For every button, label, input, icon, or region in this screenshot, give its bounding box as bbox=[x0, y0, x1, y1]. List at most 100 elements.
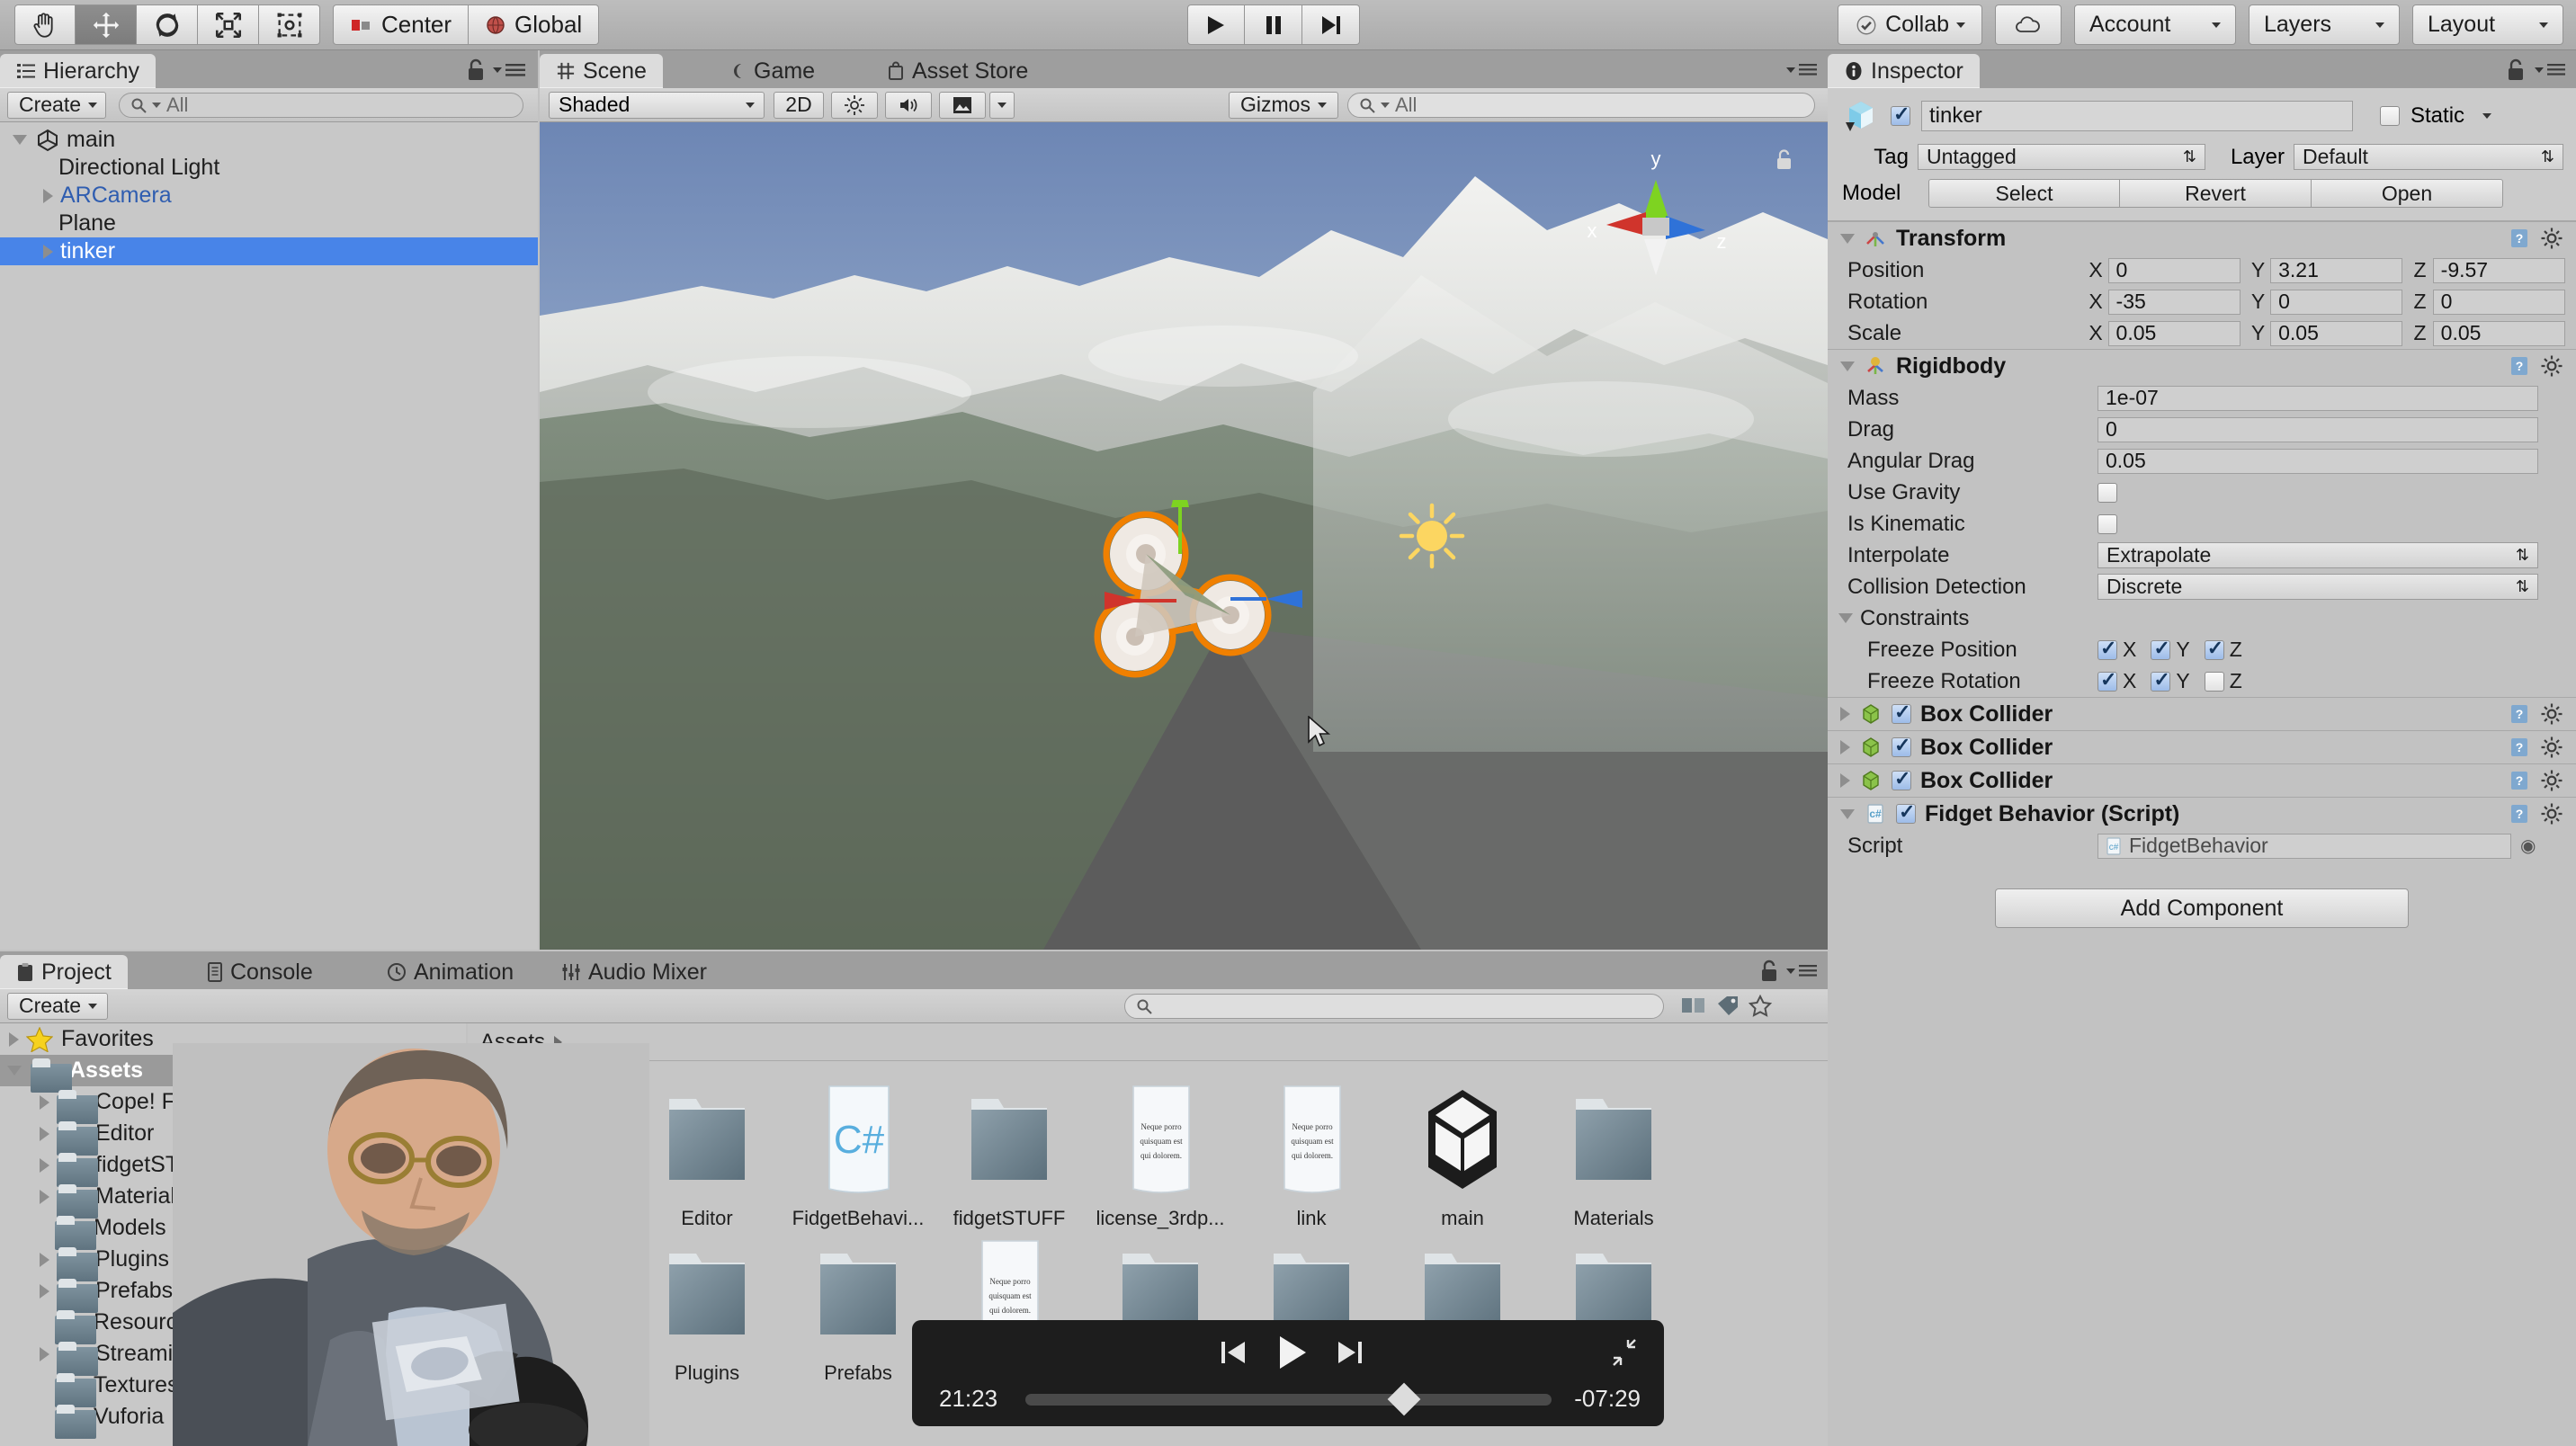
chevron-down-icon[interactable] bbox=[2482, 113, 2492, 119]
previous-icon[interactable] bbox=[1218, 1337, 1248, 1368]
object-name-input[interactable] bbox=[1921, 101, 2353, 131]
property-checkbox[interactable] bbox=[2097, 513, 2117, 534]
static-checkbox[interactable] bbox=[2380, 106, 2400, 126]
gear-icon[interactable] bbox=[2540, 354, 2563, 378]
play-icon[interactable] bbox=[1272, 1333, 1311, 1372]
scene-menu-button[interactable] bbox=[1786, 63, 1817, 76]
gear-icon[interactable] bbox=[2540, 702, 2563, 726]
tag-dropdown[interactable]: Untagged ⇅ bbox=[1918, 144, 2205, 170]
gear-icon[interactable] bbox=[2540, 227, 2563, 250]
hierarchy-search-input[interactable]: All bbox=[119, 92, 523, 118]
freeze-position-x-checkbox[interactable] bbox=[2097, 637, 2117, 660]
expand-arrow-icon[interactable] bbox=[40, 1252, 49, 1267]
component-header-box-collider[interactable]: Box Collider? bbox=[1828, 730, 2576, 763]
hierarchy-item-arcamera[interactable]: ARCamera bbox=[0, 182, 538, 210]
pivot-mode-button[interactable]: Center bbox=[333, 4, 470, 45]
expand-arrow-icon[interactable] bbox=[1838, 613, 1853, 623]
property-field[interactable]: 0 bbox=[2097, 416, 2538, 442]
hierarchy-item-tinker[interactable]: tinker bbox=[0, 237, 538, 265]
gear-icon[interactable] bbox=[2540, 769, 2563, 792]
constraints-header[interactable]: Constraints bbox=[1828, 602, 2576, 634]
property-field-y[interactable]: 3.21 bbox=[2270, 257, 2403, 283]
video-progress-track[interactable] bbox=[1025, 1382, 1552, 1416]
hierarchy-create-button[interactable]: Create bbox=[7, 91, 106, 119]
asset-item[interactable]: Materials bbox=[1538, 1083, 1689, 1230]
effects-toggle-button[interactable] bbox=[939, 91, 986, 119]
asset-item[interactable]: Neque porro quisquam est qui dolorem. licen… bbox=[1085, 1083, 1236, 1230]
tab-asset-store[interactable]: Asset Store bbox=[871, 54, 1044, 88]
hand-tool-button[interactable] bbox=[14, 4, 76, 45]
help-icon[interactable]: ? bbox=[2508, 227, 2531, 250]
component-header-box-collider[interactable]: Box Collider? bbox=[1828, 697, 2576, 730]
project-search-input[interactable] bbox=[1124, 993, 1664, 1019]
model-select-button[interactable]: Select bbox=[1928, 179, 2120, 208]
expand-arrow-icon[interactable] bbox=[1840, 740, 1850, 754]
property-field[interactable]: 1e-07 bbox=[2097, 385, 2538, 411]
expand-arrow-icon[interactable] bbox=[40, 1283, 49, 1299]
hierarchy-item-directional-light[interactable]: Directional Light bbox=[0, 154, 538, 182]
tab-animation[interactable]: Animation bbox=[371, 955, 530, 989]
hierarchy-menu-button[interactable] bbox=[493, 63, 525, 77]
property-field-z[interactable]: -9.57 bbox=[2432, 257, 2565, 283]
fullscreen-exit-icon[interactable] bbox=[1608, 1336, 1639, 1369]
component-header-rigidbody[interactable]: Rigidbody? bbox=[1828, 349, 2576, 382]
property-field-y[interactable]: 0.05 bbox=[2270, 320, 2403, 346]
project-menu-button[interactable] bbox=[1786, 964, 1817, 977]
object-picker-icon[interactable]: ◉ bbox=[2520, 835, 2536, 857]
expand-arrow-icon[interactable] bbox=[1840, 707, 1850, 721]
rotate-tool-button[interactable] bbox=[137, 4, 198, 45]
property-dropdown[interactable]: Extrapolate ⇅ bbox=[2097, 542, 2538, 568]
tab-audio-mixer[interactable]: Audio Mixer bbox=[545, 955, 723, 989]
shading-mode-dropdown[interactable]: Shaded bbox=[549, 91, 765, 119]
layers-button[interactable]: Layers bbox=[2249, 4, 2400, 45]
expand-arrow-icon[interactable] bbox=[1840, 808, 1855, 819]
tab-hierarchy[interactable]: Hierarchy bbox=[0, 54, 156, 88]
scene-search-input[interactable]: All bbox=[1347, 92, 1815, 118]
expand-arrow-icon[interactable] bbox=[13, 135, 27, 145]
expand-arrow-icon[interactable] bbox=[1840, 233, 1855, 244]
help-icon[interactable]: ? bbox=[2508, 736, 2531, 759]
scene-lock-icon[interactable] bbox=[1774, 147, 1795, 173]
property-field-x[interactable]: 0 bbox=[2107, 257, 2241, 283]
asset-item[interactable]: Editor bbox=[631, 1083, 783, 1230]
help-icon[interactable]: ? bbox=[2508, 702, 2531, 726]
selected-object-fidget-spinner[interactable] bbox=[1087, 500, 1320, 716]
freeze-rotation-z-checkbox[interactable] bbox=[2204, 671, 2224, 692]
add-component-button[interactable]: Add Component bbox=[1995, 888, 2409, 928]
project-create-button[interactable]: Create bbox=[7, 992, 108, 1020]
filter-label-icon[interactable] bbox=[1716, 995, 1740, 1018]
gear-icon[interactable] bbox=[2540, 802, 2563, 826]
directional-light-gizmo[interactable] bbox=[1396, 500, 1468, 572]
expand-arrow-icon[interactable] bbox=[40, 1189, 49, 1204]
property-field-y[interactable]: 0 bbox=[2270, 289, 2403, 315]
property-field-x[interactable]: 0.05 bbox=[2107, 320, 2241, 346]
lock-icon[interactable] bbox=[1759, 960, 1779, 983]
help-icon[interactable]: ? bbox=[2508, 354, 2531, 378]
hierarchy-item-plane[interactable]: Plane bbox=[0, 210, 538, 237]
freeze-position-z-checkbox[interactable] bbox=[2204, 637, 2224, 660]
model-open-button[interactable]: Open bbox=[2312, 179, 2503, 208]
expand-arrow-icon[interactable] bbox=[7, 1066, 22, 1076]
property-field[interactable]: 0.05 bbox=[2097, 448, 2538, 474]
property-field-z[interactable]: 0 bbox=[2432, 289, 2565, 315]
component-enabled-checkbox[interactable] bbox=[1892, 767, 1911, 790]
asset-item[interactable]: Prefabs bbox=[783, 1237, 934, 1385]
property-field-z[interactable]: 0.05 bbox=[2432, 320, 2565, 346]
gizmos-dropdown[interactable]: Gizmos bbox=[1229, 91, 1338, 119]
lock-icon[interactable] bbox=[2506, 58, 2526, 82]
cloud-button[interactable] bbox=[1995, 4, 2062, 45]
component-enabled-checkbox[interactable] bbox=[1896, 800, 1916, 824]
scale-tool-button[interactable] bbox=[198, 4, 259, 45]
filter-favorite-icon[interactable] bbox=[1749, 994, 1772, 1018]
asset-item[interactable]: main bbox=[1387, 1083, 1538, 1230]
component-header-fidget-behavior-script[interactable]: c# Fidget Behavior (Script)? bbox=[1828, 797, 2576, 830]
freeze-rotation-y-checkbox[interactable] bbox=[2151, 668, 2171, 692]
object-enabled-checkbox[interactable] bbox=[1891, 103, 1910, 126]
tab-scene[interactable]: Scene bbox=[540, 54, 663, 88]
model-revert-button[interactable]: Revert bbox=[2120, 179, 2312, 208]
pause-button[interactable] bbox=[1245, 4, 1302, 45]
expand-arrow-icon[interactable] bbox=[40, 1126, 49, 1141]
expand-arrow-icon[interactable] bbox=[9, 1031, 19, 1047]
component-header-box-collider[interactable]: Box Collider? bbox=[1828, 763, 2576, 797]
video-progress-knob[interactable] bbox=[1387, 1382, 1421, 1416]
